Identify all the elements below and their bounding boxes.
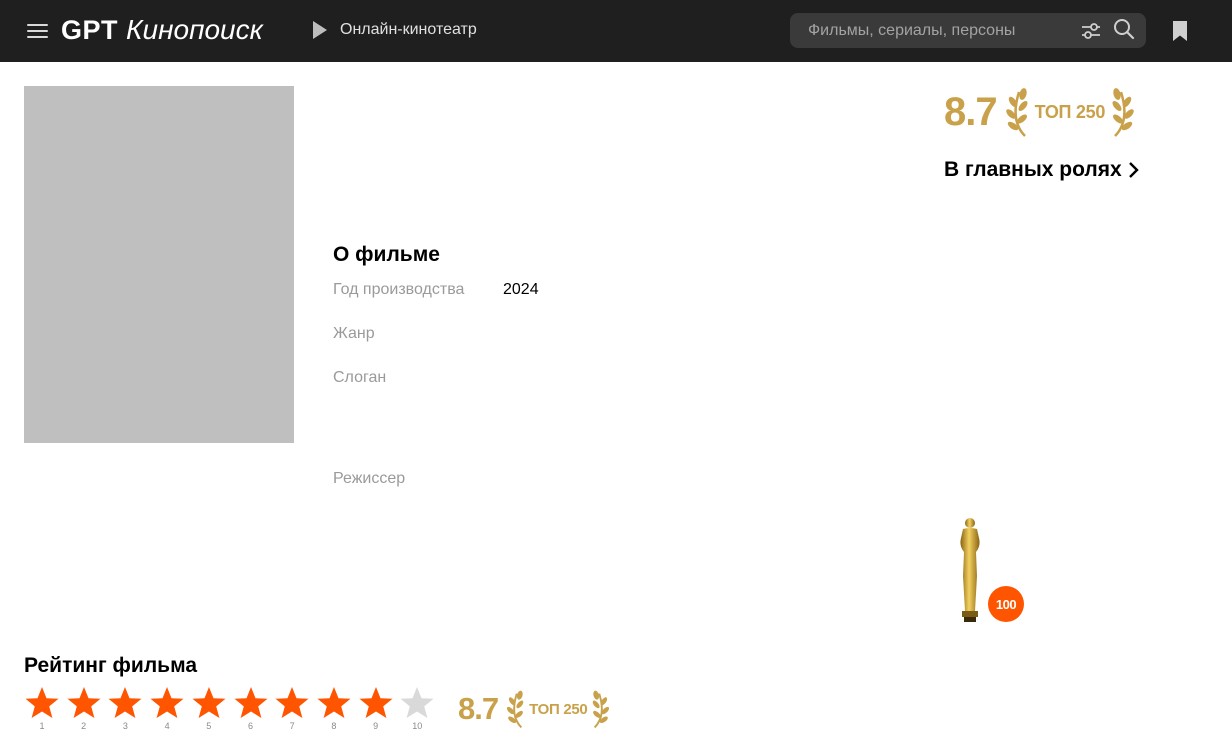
slogan-label: Слоган [333,369,387,386]
oscar-statuette-icon [960,518,980,622]
logo-gpt-text: GPT [61,15,119,45]
play-icon [313,21,327,39]
movie-poster [24,86,294,443]
rating-star-7[interactable]: 7 [274,686,310,734]
oscar-count-badge: 100 [988,586,1024,622]
laurel-left-icon [1005,88,1028,137]
main-cast-label: В главных ролях [944,158,1122,181]
star-icon [108,687,142,718]
main-cast-link[interactable]: В главных ролях [944,158,1140,182]
star-number: 8 [331,721,337,731]
rating-star-8[interactable]: 8 [316,686,352,734]
rating-star-9[interactable]: 9 [358,686,394,734]
star-number: 4 [164,721,170,731]
about-title: О фильме [333,243,440,266]
bookmark-icon[interactable] [1171,20,1189,42]
year-label: Год производства [333,281,465,298]
filter-sliders-icon[interactable] [1080,20,1102,42]
online-cinema-label: Онлайн-кинотеатр [340,21,477,38]
star-icon [359,687,393,718]
bottom-top250-label: ТОП 250 [529,700,588,718]
star-number: 2 [81,721,87,731]
laurel-right-icon [1112,88,1134,137]
movie-rating-value: 8.7 [944,89,998,134]
top-header: GPT Кинопоиск Онлайн-кинотеатр [0,0,1232,62]
movie-rating-block: 8.7 ТОП 250 [944,84,1135,140]
laurel-left-small-icon [507,690,524,729]
star-icon [234,687,267,718]
star-number: 9 [373,721,379,731]
star-number: 3 [122,721,128,731]
hamburger-menu-icon[interactable] [27,23,48,39]
star-number: 5 [206,721,212,731]
star-icon [150,687,184,718]
rating-star-2[interactable]: 2 [66,686,102,734]
year-value: 2024 [503,281,539,298]
rating-star-3[interactable]: 3 [107,686,143,734]
laurel-right-small-icon [593,690,610,729]
rating-star-5[interactable]: 5 [191,686,227,734]
star-number: 1 [39,721,45,731]
star-icon [317,687,351,718]
star-icon [400,687,434,718]
director-label: Режиссер [333,470,406,487]
rating-stars: 1 2 3 4 5 6 7 8 9 10 [24,686,444,734]
star-icon [192,687,226,718]
star-icon [275,687,309,718]
rating-star-6[interactable]: 6 [233,686,269,734]
search-icon[interactable] [1113,18,1135,40]
star-number: 7 [289,721,295,731]
top250-label: ТОП 250 [1034,101,1106,122]
site-logo[interactable]: GPT Кинопоиск [61,14,263,48]
bottom-rating-block: 8.7 ТОП 250 [458,688,610,730]
star-number: 10 [412,721,423,731]
star-number: 6 [247,721,253,731]
genre-label: Жанр [333,325,375,342]
rating-star-10[interactable]: 10 [399,686,435,734]
rating-star-4[interactable]: 4 [149,686,185,734]
online-cinema-link[interactable]: Онлайн-кинотеатр [313,21,477,39]
star-icon [67,687,101,718]
bottom-rating-value: 8.7 [458,691,499,726]
rating-section-title: Рейтинг фильма [24,654,198,677]
search-input[interactable] [808,20,1068,42]
logo-name-text: Кинопоиск [126,14,263,45]
star-icon [25,687,59,718]
chevron-right-icon [1128,162,1139,178]
rating-star-1[interactable]: 1 [24,686,60,734]
